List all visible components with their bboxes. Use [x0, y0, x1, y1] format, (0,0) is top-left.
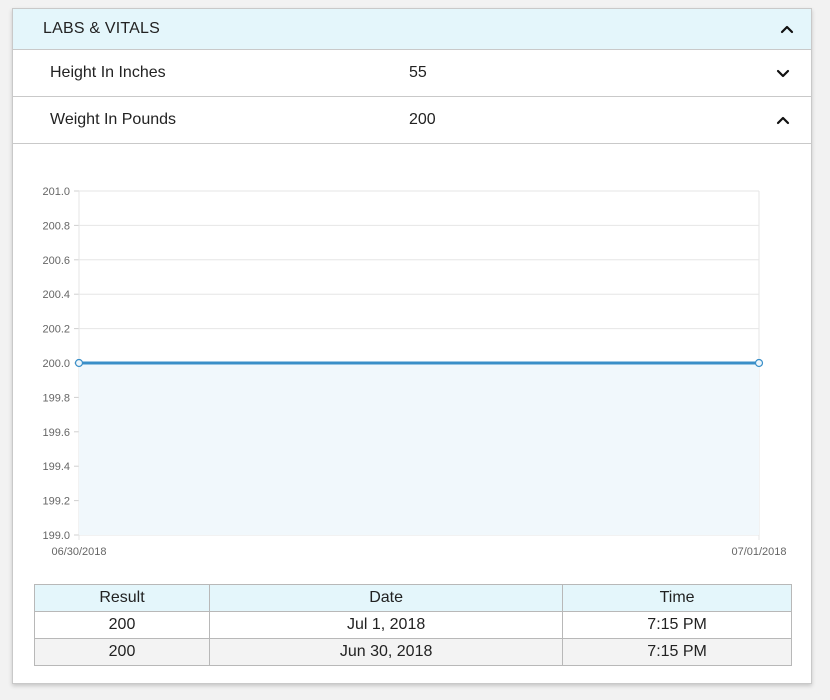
vital-row-height[interactable]: Height In Inches 55 — [13, 50, 811, 97]
column-header-date: Date — [209, 584, 564, 612]
results-table: Result Date Time 200 Jul 1, 2018 7:15 PM… — [33, 584, 792, 666]
table-row: 200 Jun 30, 2018 7:15 PM — [33, 638, 792, 666]
time-cell: 7:15 PM — [562, 638, 792, 666]
y-tick-label: 199.2 — [42, 496, 70, 508]
y-tick-label: 200.2 — [42, 324, 70, 336]
table-header-row: Result Date Time — [33, 584, 792, 612]
data-point — [74, 358, 84, 368]
x-tick-label: 06/30/2018 — [51, 546, 106, 558]
vital-row-weight[interactable]: Weight In Pounds 200 — [13, 97, 811, 144]
chevron-down-icon[interactable] — [775, 65, 791, 81]
y-tick-label: 199.8 — [42, 392, 70, 404]
table-row: 200 Jul 1, 2018 7:15 PM — [33, 611, 792, 639]
result-cell: 200 — [33, 638, 211, 666]
date-cell: Jul 1, 2018 — [209, 611, 564, 639]
data-point — [754, 358, 764, 368]
y-tick-label: 199.6 — [42, 427, 70, 439]
result-cell: 200 — [33, 611, 211, 639]
series-area — [79, 363, 759, 535]
panel-title: LABS & VITALS — [43, 20, 161, 37]
chevron-up-icon[interactable] — [775, 112, 791, 128]
x-tick-label: 07/01/2018 — [731, 546, 786, 558]
column-header-time: Time — [562, 584, 792, 612]
labs-vitals-panel: LABS & VITALS Height In Inches 55 Weight… — [12, 8, 812, 684]
chevron-up-icon[interactable] — [779, 21, 795, 37]
vital-label: Height In Inches — [50, 64, 166, 81]
vital-value: 55 — [409, 64, 427, 81]
y-tick-label: 200.8 — [42, 220, 70, 232]
vital-label: Weight In Pounds — [50, 111, 177, 128]
time-cell: 7:15 PM — [562, 611, 792, 639]
y-tick-label: 199.4 — [42, 461, 70, 473]
y-tick-label: 200.4 — [42, 289, 70, 301]
vital-value: 200 — [409, 111, 436, 128]
date-cell: Jun 30, 2018 — [209, 638, 564, 666]
weight-line-chart: 201.0 200.8 200.6 200.4 200.2 200.0 199.8 199.6… — [42, 186, 786, 558]
y-tick-label: 200.6 — [42, 255, 70, 267]
column-header-result: Result — [33, 584, 211, 612]
y-tick-label: 201.0 — [42, 186, 70, 198]
panel-header[interactable]: LABS & VITALS — [13, 9, 811, 50]
weight-chart: 201.0 200.8 200.6 200.4 200.2 200.0 199.8 199.6… — [13, 145, 811, 565]
y-tick-label: 200.0 — [42, 358, 70, 370]
y-tick-label: 199.0 — [42, 530, 70, 542]
